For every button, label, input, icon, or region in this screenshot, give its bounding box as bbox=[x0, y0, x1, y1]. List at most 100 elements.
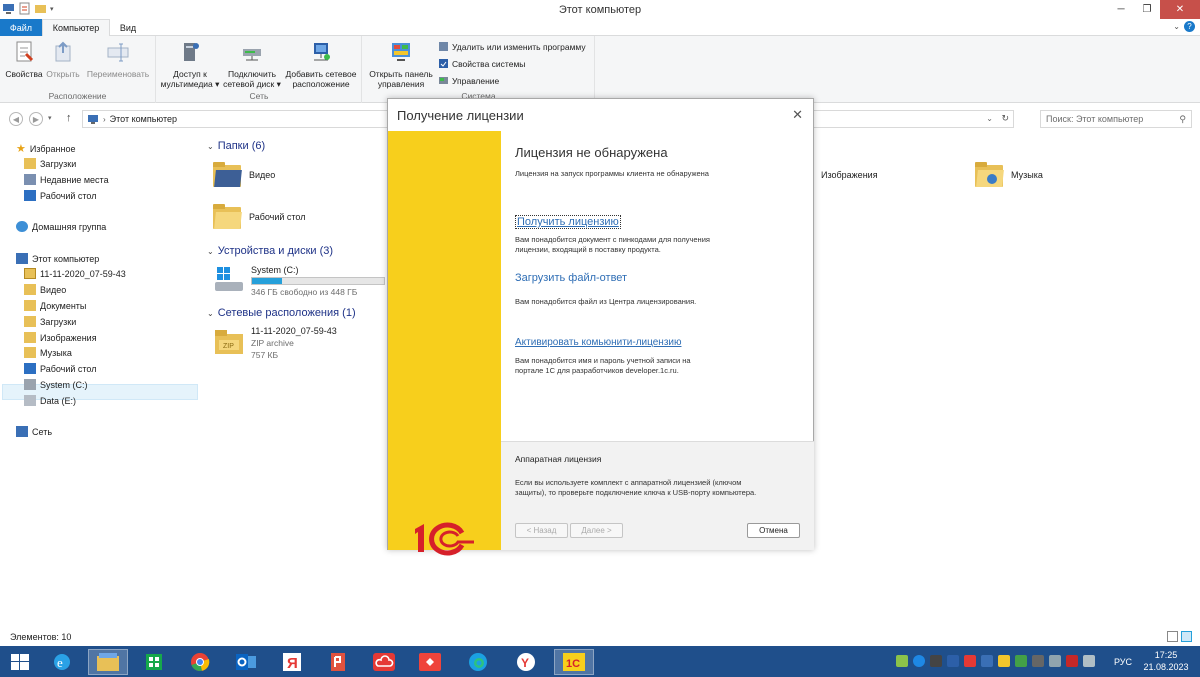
bluetooth-icon[interactable] bbox=[913, 655, 925, 667]
taskbar-store[interactable] bbox=[134, 649, 174, 675]
add-network-location-icon bbox=[314, 43, 330, 61]
dialog-side-panel bbox=[388, 131, 501, 556]
clock-date: 21.08.2023 bbox=[1143, 662, 1189, 672]
cancel-button[interactable]: Отмена bbox=[747, 523, 800, 538]
tiles-view-icon[interactable] bbox=[1181, 631, 1192, 642]
nav-item-video[interactable]: Видео bbox=[24, 284, 66, 295]
flag-icon[interactable] bbox=[1066, 655, 1078, 667]
taskbar-edge[interactable] bbox=[458, 649, 498, 675]
recent-locations-icon[interactable]: ▾ bbox=[48, 114, 52, 122]
volume-icon[interactable] bbox=[947, 655, 959, 667]
restore-button[interactable]: ❐ bbox=[1134, 0, 1160, 19]
load-response-file-link[interactable]: Загрузить файл-ответ bbox=[515, 272, 627, 284]
nav-this-pc[interactable]: Этот компьютер bbox=[16, 253, 99, 264]
music-folder-icon bbox=[24, 347, 36, 358]
tray-app-icon[interactable] bbox=[896, 655, 908, 667]
speaker-icon[interactable] bbox=[1083, 655, 1095, 667]
nav-network[interactable]: Сеть bbox=[16, 426, 52, 437]
get-license-link[interactable]: Получить лицензию bbox=[515, 215, 621, 229]
up-button[interactable]: ↑ bbox=[66, 112, 72, 124]
nav-item-zip[interactable]: 11-11-2020_07-59-43 bbox=[24, 268, 126, 279]
nav-item-system-c[interactable]: System (C:) bbox=[24, 379, 88, 390]
manage-button[interactable]: Управление bbox=[438, 75, 499, 86]
outlook-icon bbox=[236, 654, 256, 670]
address-dropdown-icon[interactable]: ⌄ bbox=[986, 114, 993, 123]
clock[interactable]: 17:25 21.08.2023 bbox=[1140, 649, 1192, 673]
yandex-icon: Я bbox=[283, 653, 301, 672]
ribbon-expand-icon[interactable]: ⌄ bbox=[1173, 22, 1180, 31]
nav-favorites[interactable]: ★ Избранное bbox=[16, 142, 76, 155]
taskbar-cloud[interactable] bbox=[364, 649, 404, 675]
minimize-button[interactable]: ─ bbox=[1108, 0, 1134, 19]
nav-homegroup[interactable]: Домашняя группа bbox=[16, 221, 106, 232]
taskbar-outlook[interactable] bbox=[226, 649, 266, 675]
homegroup-icon bbox=[16, 221, 28, 232]
nav-item-pictures[interactable]: Изображения bbox=[24, 332, 97, 343]
network-location-zip[interactable]: ZIP 11-11-2020_07-59-43 ZIP archive 757 … bbox=[213, 326, 337, 360]
dialog-subtitle: Лицензия на запуск программы клиента не … bbox=[515, 169, 709, 178]
taskbar-chrome[interactable] bbox=[180, 649, 220, 675]
tray-update-icon[interactable] bbox=[930, 655, 942, 667]
nav-item-desktop[interactable]: Рабочий стол bbox=[24, 363, 97, 374]
properties-icon bbox=[16, 41, 34, 62]
folder-music[interactable]: Музыка bbox=[975, 162, 1043, 188]
refresh-icon[interactable]: ↻ bbox=[1001, 113, 1009, 124]
help-icon[interactable]: ? bbox=[1184, 21, 1195, 32]
tab-file[interactable]: Файл bbox=[0, 19, 42, 36]
tray-shield-icon[interactable] bbox=[998, 655, 1010, 667]
open-button[interactable]: Открыть bbox=[44, 40, 82, 79]
nav-item-downloads-fav[interactable]: Загрузки bbox=[24, 158, 76, 169]
tab-view[interactable]: Вид bbox=[110, 19, 146, 36]
nav-item-downloads[interactable]: Загрузки bbox=[24, 316, 76, 327]
network-locations-group-header[interactable]: ⌄ Сетевые расположения (1) bbox=[207, 307, 356, 319]
devices-group-header[interactable]: ⌄ Устройства и диски (3) bbox=[207, 245, 333, 257]
next-button[interactable]: Далее > bbox=[570, 523, 623, 538]
taskbar-yandex[interactable]: Y bbox=[506, 649, 546, 675]
address-path[interactable]: Этот компьютер bbox=[110, 114, 177, 124]
map-drive-button[interactable]: Подключить сетевой диск ▾ bbox=[221, 40, 283, 89]
start-button[interactable] bbox=[0, 649, 40, 675]
taskbar-reader[interactable] bbox=[318, 649, 358, 675]
uninstall-program-button[interactable]: Удалить или изменить программу bbox=[438, 41, 586, 52]
sound-icon[interactable] bbox=[1049, 655, 1061, 667]
open-control-panel-button[interactable]: Открыть панель управления bbox=[366, 40, 436, 89]
folders-group-header[interactable]: ⌄ Папки (6) bbox=[207, 140, 265, 152]
nav-item-data-e[interactable]: Data (E:) bbox=[24, 395, 76, 406]
computer-icon bbox=[88, 114, 98, 124]
details-view-icon[interactable] bbox=[1167, 631, 1178, 642]
tab-computer[interactable]: Компьютер bbox=[42, 19, 110, 36]
close-button[interactable]: ✕ bbox=[1160, 0, 1200, 19]
activate-community-license-link[interactable]: Активировать комьюнити-лицензию bbox=[515, 337, 681, 348]
taskbar-file-explorer[interactable] bbox=[88, 649, 128, 675]
tray-red-icon[interactable] bbox=[964, 655, 976, 667]
taskbar-internet-explorer[interactable]: e bbox=[42, 649, 82, 675]
forward-button[interactable]: ▶ bbox=[29, 112, 43, 126]
back-button[interactable]: ◀ bbox=[9, 112, 23, 126]
dialog-footer: Аппаратная лицензия Если вы используете … bbox=[501, 441, 814, 550]
keyboard-icon[interactable] bbox=[1032, 655, 1044, 667]
system-properties-button[interactable]: Свойства системы bbox=[438, 58, 525, 69]
media-access-button[interactable]: Доступ к мультимедиа ▾ bbox=[159, 40, 221, 89]
folder-desktop[interactable]: Рабочий стол bbox=[213, 204, 306, 230]
folder-video[interactable]: Видео bbox=[213, 162, 275, 188]
internet-explorer-icon: e bbox=[54, 654, 70, 670]
rename-button[interactable]: Переименовать bbox=[84, 40, 152, 79]
nav-item-desktop-fav[interactable]: Рабочий стол bbox=[24, 190, 97, 201]
add-network-location-button[interactable]: Добавить сетевое расположение bbox=[283, 40, 359, 89]
dialog-close-icon[interactable]: ✕ bbox=[792, 107, 803, 123]
search-input[interactable]: Поиск: Этот компьютер ⚲ bbox=[1040, 110, 1192, 128]
nav-item-recent-places[interactable]: Недавние места bbox=[24, 174, 109, 185]
properties-button[interactable]: Свойства bbox=[5, 40, 43, 79]
tray-antivirus-icon[interactable] bbox=[1015, 655, 1027, 667]
drive-system-c[interactable]: System (C:) 346 ГБ свободно из 448 ГБ bbox=[213, 265, 385, 297]
dialog-body: Лицензия не обнаружена Лицензия на запус… bbox=[501, 131, 814, 550]
nav-item-documents[interactable]: Документы bbox=[24, 300, 86, 311]
taskbar-anydesk[interactable] bbox=[410, 649, 450, 675]
taskbar-yandex-browser[interactable]: Я bbox=[272, 649, 312, 675]
network-tray-icon[interactable] bbox=[981, 655, 993, 667]
nav-item-music[interactable]: Музыка bbox=[24, 347, 72, 358]
taskbar-1c[interactable]: 1С bbox=[554, 649, 594, 675]
back-button[interactable]: < Назад bbox=[515, 523, 568, 538]
yandex-browser-icon: Y bbox=[517, 653, 535, 671]
language-indicator[interactable]: РУС bbox=[1114, 657, 1132, 667]
